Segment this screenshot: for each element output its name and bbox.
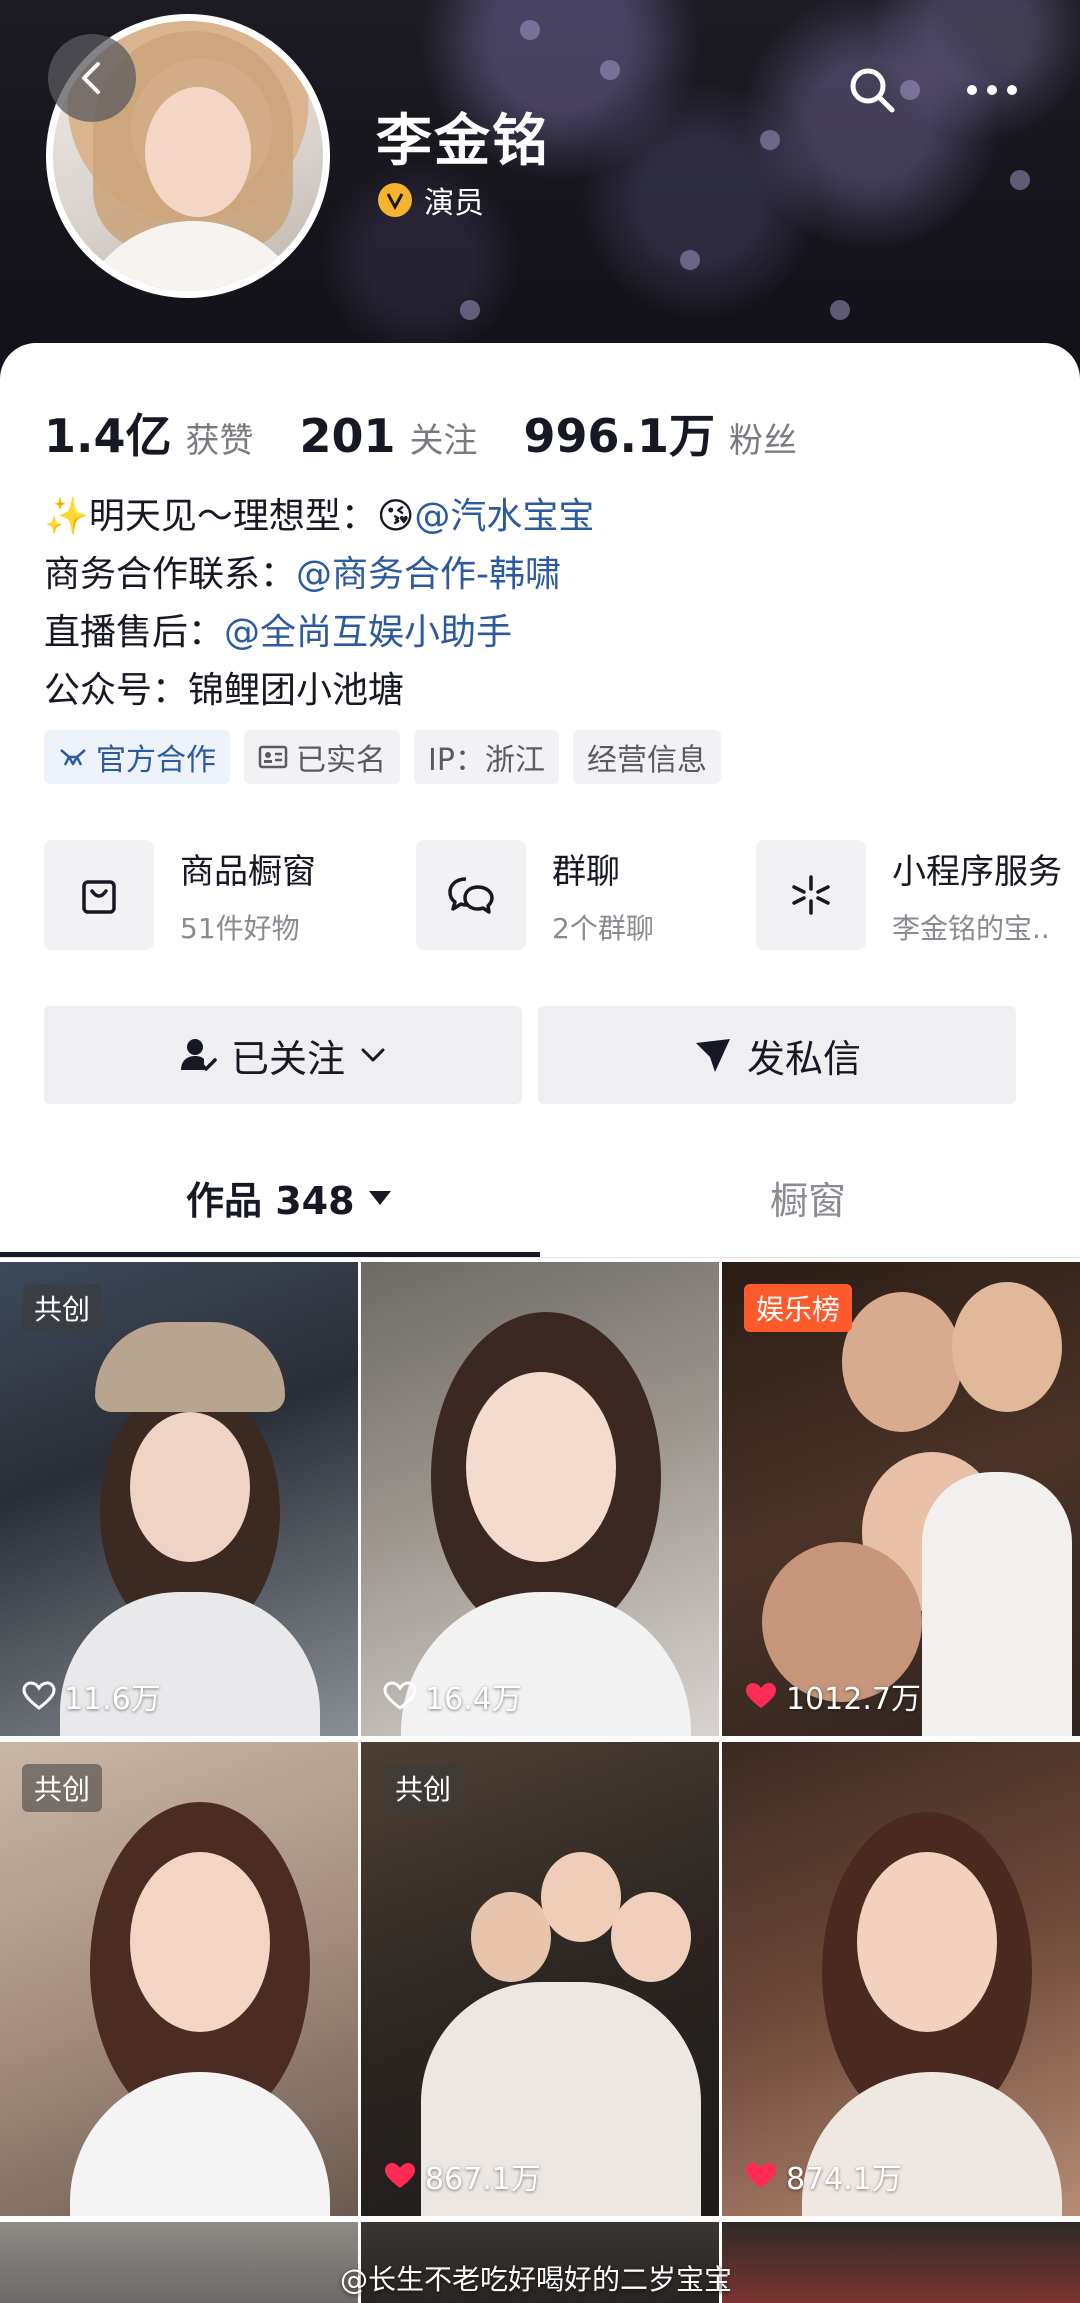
mention-link[interactable]: @全尚互娱小助手 <box>224 612 512 653</box>
mention-link[interactable]: @汽水宝宝 <box>414 496 594 537</box>
chat-bubbles-icon <box>448 877 494 914</box>
handshake-icon <box>60 749 86 766</box>
likes-label: 获赞 <box>185 421 254 461</box>
likes-count: 1.4亿 <box>44 409 172 463</box>
video-badge: 共创 <box>383 1764 464 1812</box>
tag-real-name[interactable]: 已实名 <box>244 730 400 784</box>
chevron-down-icon <box>361 1048 385 1062</box>
follow-button[interactable]: 已关注 <box>44 1006 522 1104</box>
content-tabs: 作品 348 橱窗 <box>0 1160 1080 1260</box>
heart-filled-icon <box>746 2163 776 2188</box>
asterisk-icon <box>792 875 830 915</box>
verification-row: 演员 <box>378 178 484 222</box>
message-button[interactable]: 发私信 <box>538 1006 1016 1104</box>
video-tile[interactable]: 共创 11.6万 <box>0 1262 358 1736</box>
bio-line-4: 公众号：锦鲤团小池塘 <box>44 670 405 711</box>
watermark: @长生不老吃好喝好的二岁宝宝 <box>340 2263 733 2296</box>
tab-showcase[interactable]: 橱窗 <box>770 1170 846 1225</box>
verified-badge-icon <box>378 183 412 217</box>
video-tile[interactable]: 874.1万 <box>722 1742 1080 2216</box>
bio-line-2: 商务合作联系： <box>44 554 297 595</box>
followers-label[interactable]: 粉丝 <box>729 413 797 462</box>
more-button[interactable] <box>960 58 1024 122</box>
video-tile[interactable] <box>0 2222 358 2303</box>
heart-filled-icon <box>746 1683 776 1708</box>
verification-label: 演员 <box>424 186 484 221</box>
send-icon <box>695 1039 730 1072</box>
tag-row: 官方合作 已实名 IP：浙江 经营信息 <box>44 730 721 784</box>
heart-filled-icon <box>385 2163 415 2188</box>
video-badge: 娱乐榜 <box>744 1284 853 1332</box>
more-dots-icon <box>967 85 1017 95</box>
video-tile[interactable]: 共创 <box>0 1742 358 2216</box>
video-tile[interactable]: 娱乐榜 1012.7万 <box>722 1262 1080 1736</box>
caret-down-icon <box>368 1190 391 1205</box>
video-tile[interactable] <box>722 2222 1080 2303</box>
action-buttons: 已关注 发私信 <box>44 1006 1016 1104</box>
video-likes: 1012.7万 <box>744 1674 921 1718</box>
heart-outline-icon <box>383 1681 417 1710</box>
service-showcase[interactable]: 商品橱窗 51件好物 <box>44 840 316 950</box>
tag-official-cooperation[interactable]: 官方合作 <box>44 730 230 784</box>
service-mini-program[interactable]: 小程序服务 李金铭的宝.. <box>756 840 1062 950</box>
video-likes: 867.1万 <box>383 2154 541 2198</box>
video-likes: 874.1万 <box>744 2154 902 2198</box>
profile-name: 李金铭 <box>376 109 550 174</box>
service-group-chat[interactable]: 群聊 2个群聊 <box>416 840 654 950</box>
bio: ✨明天见～理想型：😘@汽水宝宝 商务合作联系：@商务合作-韩啸 直播售后：@全尚… <box>44 488 594 720</box>
following-label[interactable]: 关注 <box>410 413 478 462</box>
services-row: 商品橱窗 51件好物 群聊 2个群聊 小程序服务 李金铭的宝.. <box>44 840 1080 952</box>
video-likes: 11.6万 <box>22 1674 161 1718</box>
search-icon <box>850 68 895 113</box>
following-count[interactable]: 201 <box>300 409 396 463</box>
id-card-icon <box>258 745 288 769</box>
back-button[interactable] <box>48 34 136 122</box>
chevron-left-icon <box>82 62 100 94</box>
tag-business-info[interactable]: 经营信息 <box>572 730 721 784</box>
bag-icon <box>82 880 116 914</box>
video-tile[interactable]: 共创 867.1万 <box>361 1742 719 2216</box>
bio-line-3: 直播售后： <box>44 612 225 653</box>
mention-link[interactable]: @商务合作-韩啸 <box>296 554 561 595</box>
video-likes: 16.4万 <box>383 1674 522 1718</box>
divider <box>0 1257 1080 1258</box>
tag-ip-location: IP：浙江 <box>414 730 559 784</box>
followers-count[interactable]: 996.1万 <box>524 400 716 466</box>
bio-line-1: ✨明天见～理想型：😘 <box>44 496 415 537</box>
tab-works[interactable]: 作品 348 <box>186 1170 393 1225</box>
video-badge: 共创 <box>22 1284 103 1332</box>
search-button[interactable] <box>840 58 904 122</box>
user-check-icon <box>180 1039 217 1071</box>
heart-outline-icon <box>22 1681 56 1710</box>
video-badge: 共创 <box>22 1764 103 1812</box>
video-tile[interactable]: 16.4万 <box>361 1262 719 1736</box>
stats-row: 1.4亿 获赞 201 关注 996.1万 粉丝 <box>44 400 843 466</box>
profile-screen: 李金铭 演员 1.4亿 获赞 201 关注 996.1万 粉丝 ✨明天见～理想型… <box>0 0 1080 2303</box>
